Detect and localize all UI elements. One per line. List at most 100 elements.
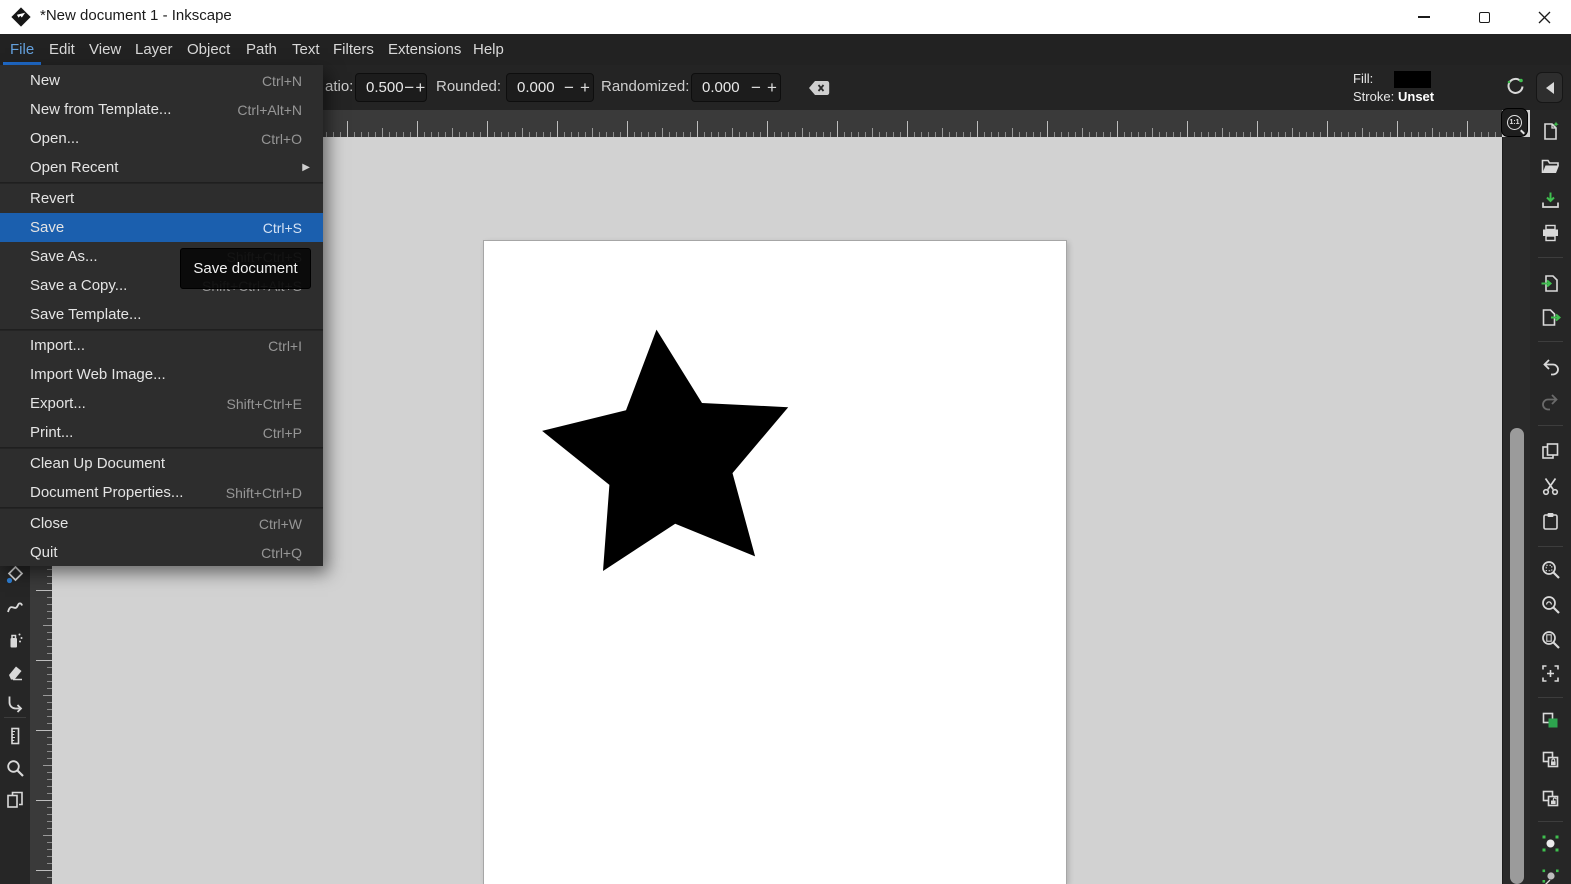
- decrement-button[interactable]: −: [404, 78, 415, 98]
- import-icon[interactable]: [1540, 273, 1561, 294]
- window-title: *New document 1 - Inkscape: [40, 7, 232, 24]
- zoom-center-page-icon[interactable]: [1540, 663, 1561, 684]
- sidebar-separator: [1538, 546, 1563, 547]
- increment-button[interactable]: +: [577, 78, 593, 98]
- copy-icon[interactable]: [1540, 441, 1561, 462]
- document-open-icon[interactable]: [1540, 156, 1561, 177]
- spoke-ratio-label: atio:: [325, 78, 353, 95]
- connector-tool[interactable]: [5, 693, 25, 713]
- measure-tool[interactable]: [5, 726, 25, 746]
- stroke-label: Stroke:: [1353, 89, 1394, 104]
- zoom-1-1-button[interactable]: 1:1: [1501, 108, 1528, 137]
- ungroup-icon[interactable]: [1540, 867, 1561, 884]
- vertical-scrollbar[interactable]: [1502, 137, 1530, 884]
- increment-button[interactable]: +: [415, 78, 426, 98]
- document-save-icon[interactable]: [1540, 190, 1561, 211]
- backspace-icon: [806, 78, 832, 98]
- file-menu-item[interactable]: Import... Ctrl+I: [0, 331, 323, 360]
- menubar-item[interactable]: Help: [466, 34, 511, 65]
- maximize-button[interactable]: [1461, 0, 1507, 34]
- snap-icon: [1504, 75, 1527, 98]
- sidebar-separator: [1538, 821, 1563, 822]
- document-new-icon[interactable]: [1540, 121, 1561, 142]
- decrement-button[interactable]: −: [748, 78, 764, 98]
- menubar-item[interactable]: Filters: [326, 34, 381, 65]
- tweak-tool[interactable]: [5, 597, 25, 617]
- file-menu-item[interactable]: Import Web Image...: [0, 360, 323, 389]
- file-menu-item[interactable]: Save Ctrl+S: [0, 213, 323, 242]
- submenu-arrow-icon: ▶: [302, 162, 310, 173]
- file-menu-item[interactable]: Print... Ctrl+P: [0, 418, 323, 447]
- file-menu-item[interactable]: Close Ctrl+W: [0, 509, 323, 538]
- file-menu-item[interactable]: Clean Up Document: [0, 449, 323, 478]
- menubar-item[interactable]: Extensions: [381, 34, 468, 65]
- eraser-tool[interactable]: [5, 662, 25, 682]
- print-icon[interactable]: [1540, 223, 1561, 244]
- group-icon[interactable]: [1540, 833, 1561, 854]
- export-icon[interactable]: [1540, 307, 1561, 328]
- spray-tool[interactable]: [5, 630, 25, 650]
- randomized-label: Randomized:: [601, 78, 689, 95]
- minimize-icon: [1418, 16, 1430, 18]
- fill-label: Fill:: [1353, 71, 1373, 86]
- rounded-input[interactable]: 0.000 − +: [506, 73, 594, 102]
- toolbox-separator: [4, 717, 26, 718]
- zoom-page-icon[interactable]: [1540, 629, 1561, 650]
- file-menu-item[interactable]: Document Properties... Shift+Ctrl+D: [0, 478, 323, 507]
- pages-tool[interactable]: [5, 790, 25, 810]
- close-button[interactable]: [1521, 0, 1567, 34]
- file-menu: New Ctrl+N New from Template... Ctrl+Alt…: [0, 65, 323, 566]
- cut-icon[interactable]: [1540, 476, 1561, 497]
- duplicate-icon[interactable]: [1540, 710, 1561, 731]
- inkscape-window: 1:1: [0, 0, 1571, 884]
- magnifier-icon: 1:1: [1507, 115, 1522, 130]
- undo-icon[interactable]: [1540, 356, 1561, 377]
- snapbar-collapse-button[interactable]: [1536, 72, 1563, 103]
- file-menu-item[interactable]: Quit Ctrl+Q: [0, 538, 323, 567]
- menubar-item[interactable]: Layer: [128, 34, 180, 65]
- close-icon: [1538, 11, 1551, 24]
- snap-settings-button[interactable]: [1504, 75, 1527, 98]
- sidebar-separator: [1538, 341, 1563, 342]
- spoke-ratio-input[interactable]: 0.500 − +: [355, 73, 427, 102]
- randomized-input[interactable]: 0.000 − +: [691, 73, 781, 102]
- sidebar-separator: [1538, 425, 1563, 426]
- menubar-item[interactable]: Object: [180, 34, 237, 65]
- fill-swatch[interactable]: [1394, 71, 1431, 88]
- inkscape-logo-icon: [10, 6, 32, 28]
- star-shape[interactable]: [484, 241, 1068, 884]
- menubar-item[interactable]: View: [82, 34, 128, 65]
- file-menu-item[interactable]: New from Template... Ctrl+Alt+N: [0, 95, 323, 124]
- file-menu-item[interactable]: Revert: [0, 184, 323, 213]
- file-menu-item[interactable]: New Ctrl+N: [0, 66, 323, 95]
- save-tooltip: Save document: [180, 248, 311, 289]
- increment-button[interactable]: +: [764, 78, 780, 98]
- zoom-tool[interactable]: [5, 758, 25, 778]
- menubar-item[interactable]: Text: [285, 34, 327, 65]
- maximize-icon: [1479, 12, 1490, 23]
- paste-icon[interactable]: [1540, 511, 1561, 532]
- decrement-button[interactable]: −: [561, 78, 577, 98]
- menubar-item[interactable]: Edit: [42, 34, 82, 65]
- sidebar-separator: [1538, 257, 1563, 258]
- file-menu-item[interactable]: Export... Shift+Ctrl+E: [0, 389, 323, 418]
- chevron-left-icon: [1544, 81, 1556, 95]
- menubar-item[interactable]: File: [3, 34, 41, 65]
- menubar-item[interactable]: Path: [239, 34, 284, 65]
- unlink-clone-icon[interactable]: [1540, 788, 1561, 809]
- reset-defaults-button[interactable]: [806, 78, 832, 103]
- zoom-drawing-icon[interactable]: [1540, 594, 1561, 615]
- file-menu-item[interactable]: Open Recent ▶: [0, 153, 323, 182]
- scrollbar-thumb[interactable]: [1510, 428, 1524, 884]
- sidebar-separator: [1538, 697, 1563, 698]
- bucket-fill-tool[interactable]: [5, 565, 25, 585]
- create-clone-icon[interactable]: [1540, 749, 1561, 770]
- commands-bar: [1530, 110, 1571, 884]
- minimize-button[interactable]: [1401, 0, 1447, 34]
- redo-icon[interactable]: [1540, 391, 1561, 412]
- file-menu-item[interactable]: Open... Ctrl+O: [0, 124, 323, 153]
- star-polygon[interactable]: [542, 330, 788, 571]
- zoom-selection-icon[interactable]: [1540, 559, 1561, 580]
- file-menu-item[interactable]: Save Template...: [0, 300, 323, 329]
- titlebar[interactable]: *New document 1 - Inkscape: [0, 0, 1571, 34]
